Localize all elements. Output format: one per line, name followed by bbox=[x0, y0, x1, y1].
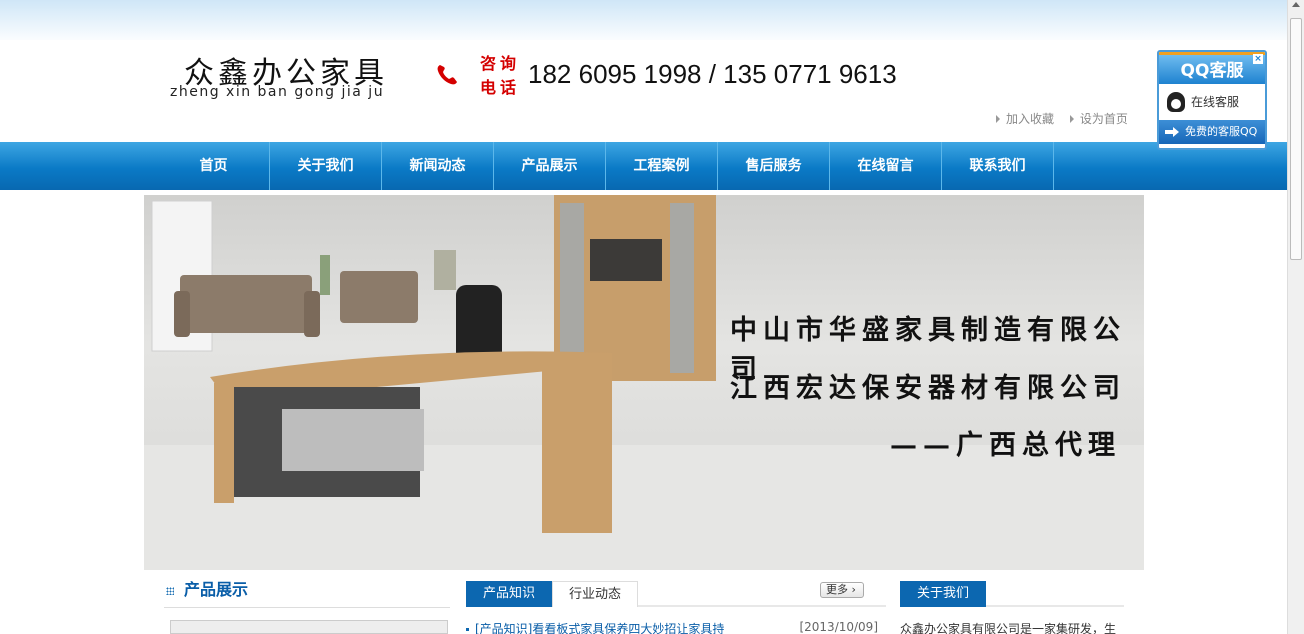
nav-item-contact[interactable]: 联系我们 bbox=[942, 142, 1054, 190]
logo[interactable]: 众鑫办公家具 zheng xin ban gong jia ju bbox=[146, 40, 416, 140]
phone-icon bbox=[437, 65, 457, 85]
add-favorite-link[interactable]: 加入收藏 bbox=[996, 110, 1054, 127]
news-date: [2013/10/09] bbox=[799, 620, 878, 634]
main-nav: 首页 关于我们 新闻动态 产品展示 工程案例 售后服务 在线留言 联系我们 bbox=[0, 142, 1288, 190]
qq-online-service[interactable]: 在线客服 bbox=[1159, 84, 1265, 120]
top-links: 加入收藏 设为首页 bbox=[996, 110, 1140, 127]
banner-line-3: ——广西总代理 bbox=[890, 430, 1121, 461]
news-title[interactable]: [产品知识]看看板式家具保养四大妙招让家具持 bbox=[475, 622, 724, 634]
nav-item-service[interactable]: 售后服务 bbox=[718, 142, 830, 190]
nav-item-message[interactable]: 在线留言 bbox=[830, 142, 942, 190]
banner-line-2: 江西宏达保安器材有限公司 bbox=[730, 373, 1126, 404]
phone-numbers: 182 6095 1998 / 135 0771 9613 bbox=[528, 59, 897, 89]
tab-industry-news[interactable]: 行业动态 bbox=[552, 581, 638, 607]
top-gradient-bar bbox=[0, 0, 1288, 44]
products-section-header: 产品展示 bbox=[164, 576, 450, 608]
qq-widget-title: QQ客服 bbox=[1159, 52, 1265, 84]
qq-footer-label: 免费的客服QQ bbox=[1185, 125, 1258, 138]
nav-item-home[interactable]: 首页 bbox=[158, 142, 270, 190]
set-homepage-link[interactable]: 设为首页 bbox=[1069, 110, 1128, 127]
news-list-item[interactable]: [产品知识]看看板式家具保养四大妙招让家具持 [2013/10/09] bbox=[466, 620, 878, 634]
online-service-label: 在线客服 bbox=[1191, 95, 1240, 109]
close-icon[interactable]: × bbox=[1253, 54, 1263, 64]
nav-item-cases[interactable]: 工程案例 bbox=[606, 142, 718, 190]
about-text: 众鑫办公家具有限公司是一家集研发，生 bbox=[900, 622, 1117, 634]
banner[interactable]: 中山市华盛家具制造有限公司 江西宏达保安器材有限公司 ——广西总代理 bbox=[144, 195, 1144, 570]
tab-product-knowledge[interactable]: 产品知识 bbox=[466, 581, 552, 607]
products-title: 产品展示 bbox=[184, 580, 249, 599]
qq-footer[interactable]: 免费的客服QQ bbox=[1159, 120, 1265, 144]
about-title[interactable]: 关于我们 bbox=[900, 581, 986, 607]
bullet-icon bbox=[466, 628, 469, 631]
consult-label: 咨询电话 bbox=[480, 54, 521, 97]
vertical-scrollbar[interactable] bbox=[1287, 0, 1304, 634]
product-thumbnail[interactable] bbox=[170, 620, 448, 634]
site-header: 众鑫办公家具 zheng xin ban gong jia ju 咨询电话 18… bbox=[0, 40, 1288, 142]
scrollbar-thumb[interactable] bbox=[1290, 18, 1302, 260]
triangle-icon bbox=[1069, 115, 1074, 123]
qq-penguin-icon bbox=[1167, 92, 1185, 112]
scroll-up-icon[interactable] bbox=[1292, 2, 1300, 7]
nav-item-news[interactable]: 新闻动态 bbox=[382, 142, 494, 190]
triangle-icon bbox=[996, 115, 1000, 123]
qq-service-widget: QQ客服 × 在线客服 免费的客服QQ bbox=[1157, 50, 1267, 150]
nav-item-about[interactable]: 关于我们 bbox=[270, 142, 382, 190]
about-section-header: 关于我们 bbox=[900, 581, 1124, 607]
logo-pinyin: zheng xin ban gong jia ju bbox=[170, 84, 385, 100]
more-label: 更多 bbox=[826, 583, 848, 596]
arrow-right-icon bbox=[1165, 127, 1179, 137]
nav-item-products[interactable]: 产品展示 bbox=[494, 142, 606, 190]
more-button[interactable]: 更多 › bbox=[820, 582, 864, 598]
dots-icon bbox=[166, 587, 174, 595]
